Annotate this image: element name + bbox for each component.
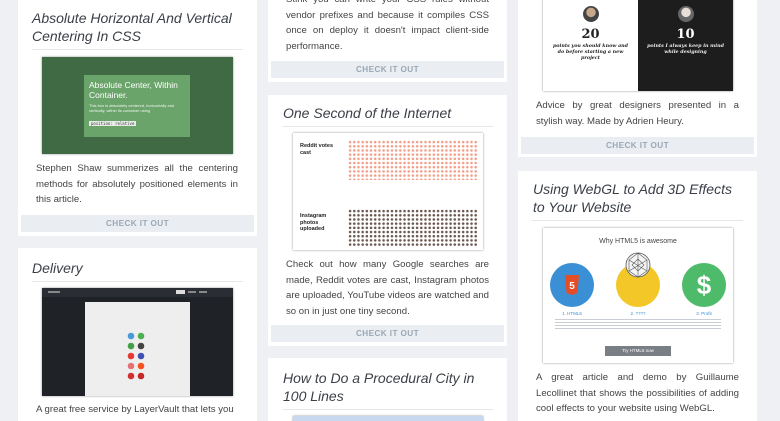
- thumb-topbar: [42, 288, 233, 297]
- card-thumbnail[interactable]: Reddit votes cast Instagram photos uploa…: [293, 133, 483, 250]
- card-title[interactable]: How to Do a Procedural City in 100 Lines: [283, 369, 493, 405]
- title-divider: [282, 126, 493, 127]
- card-description: Check out how many Google searches are m…: [286, 259, 489, 317]
- dollar-icon: $: [682, 263, 726, 307]
- thumb-nav-btn: [176, 290, 185, 294]
- thumb-num-left: 20: [581, 27, 600, 42]
- thumb-right-half: 10 points I always keep in mind while de…: [638, 0, 733, 91]
- thumb-item-3: 3. Profit: [696, 311, 712, 316]
- check-it-out-button[interactable]: CHECK IT OUT: [271, 325, 504, 342]
- title-divider: [32, 49, 243, 50]
- card-title[interactable]: Absolute Horizontal And Vertical Centeri…: [32, 9, 242, 45]
- thumb-heading: Why HTML5 is awesome: [599, 238, 677, 245]
- thumb-item-2: 2. ????: [630, 311, 646, 316]
- thumb-dots: [127, 332, 145, 380]
- thumb-nav-link: [199, 291, 207, 293]
- html5-logo-icon: 5: [550, 263, 594, 307]
- avatar: [583, 6, 599, 22]
- card-title[interactable]: Delivery: [32, 259, 242, 277]
- check-it-out-button[interactable]: CHECK IT OUT: [521, 137, 754, 154]
- thumb-num-right: 10: [676, 27, 695, 42]
- thumb-lines: [555, 319, 721, 331]
- title-divider: [32, 281, 243, 282]
- thumb-left-half: 20 points you should know and do before …: [543, 0, 638, 91]
- thumb-nav-link: [188, 291, 196, 293]
- thumb-panel: [85, 302, 190, 396]
- card-thumbnail[interactable]: Absolute Center, Within Container. This …: [42, 57, 233, 154]
- check-it-out-button[interactable]: CHECK IT OUT: [21, 215, 254, 232]
- svg-text:5: 5: [569, 281, 575, 292]
- card-description: A great article and demo by Guillaume Le…: [536, 372, 739, 414]
- thumb-inner-box: Absolute Center, Within Container. This …: [84, 75, 190, 137]
- card-thumbnail[interactable]: Why HTML5 is awesome 5 $ 1. HTML5 2. ???…: [543, 228, 733, 363]
- thumb-item-1: 1. HTML5: [562, 311, 582, 316]
- title-divider: [532, 220, 743, 221]
- card-procedural-city: How to Do a Procedural City in 100 Lines: [268, 358, 507, 421]
- thumb-text-right: points I always keep in mind while desig…: [647, 43, 724, 55]
- card-one-second-internet: One Second of the Internet Reddit votes …: [268, 95, 507, 346]
- thumb-label-reddit: Reddit votes cast: [300, 143, 334, 156]
- card-absolute-centering: Absolute Horizontal And Vertical Centeri…: [18, 0, 257, 236]
- thumb-label-instagram: Instagram photos uploaded: [300, 213, 327, 232]
- card-stink: Stink you can write your CSS rules witho…: [268, 0, 507, 82]
- card-design-advice: 20 points you should know and do before …: [518, 0, 757, 157]
- title-divider: [282, 409, 493, 410]
- thumb-button: Try HTML5 now: [605, 346, 671, 356]
- check-it-out-button[interactable]: CHECK IT OUT: [271, 61, 504, 78]
- card-webgl-3d: Using WebGL to Add 3D Effects to Your We…: [518, 171, 757, 421]
- card-title[interactable]: One Second of the Internet: [283, 104, 493, 122]
- card-thumbnail[interactable]: [293, 416, 483, 421]
- card-title[interactable]: Using WebGL to Add 3D Effects to Your We…: [533, 180, 743, 216]
- card-thumbnail[interactable]: [42, 288, 233, 396]
- thumb-dots-reddit: [348, 140, 478, 180]
- thumb-heading: Absolute Center, Within Container.: [89, 80, 178, 100]
- geodesic-sphere-icon: [625, 252, 651, 278]
- card-thumbnail[interactable]: 20 points you should know and do before …: [543, 0, 733, 91]
- card-description: Stink you can write your CSS rules witho…: [286, 0, 489, 52]
- card-delivery: Delivery A great free service by LayerVa…: [18, 248, 257, 421]
- card-description: A great free service by LayerVault that …: [36, 404, 234, 415]
- card-description: Advice by great designers presented in a…: [536, 100, 739, 127]
- card-description: Stephen Shaw summerizes all the centerin…: [36, 163, 238, 205]
- avatar: [678, 6, 694, 22]
- thumb-body: This box is absolutely centered, horizon…: [89, 103, 175, 113]
- thumb-code: position: relative: [89, 121, 137, 126]
- thumb-text-left: points you should know and do before sta…: [552, 43, 629, 61]
- thumb-dots-instagram: [348, 209, 478, 247]
- thumb-logo: [48, 291, 60, 293]
